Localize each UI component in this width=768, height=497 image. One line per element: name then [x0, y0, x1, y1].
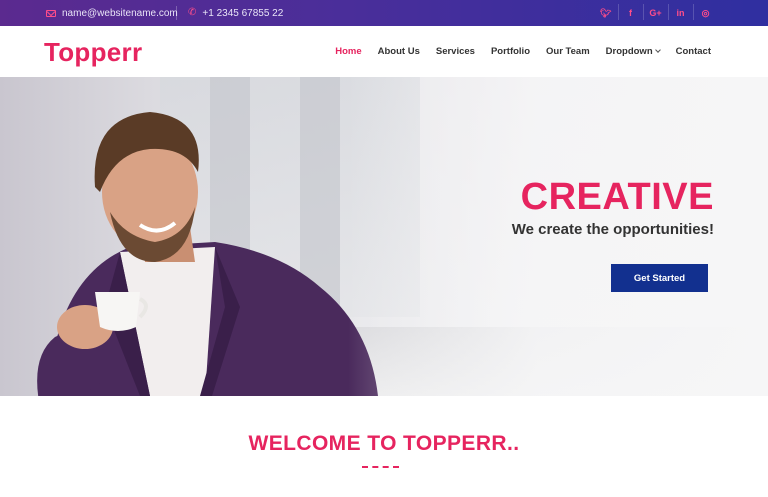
get-started-button[interactable]: Get Started	[611, 264, 708, 292]
envelope-icon	[46, 9, 56, 17]
site-logo[interactable]: Topperr	[44, 37, 142, 68]
nav-dropdown[interactable]: Dropdown	[605, 46, 661, 57]
linkedin-icon[interactable]: in	[668, 4, 693, 20]
nav-portfolio[interactable]: Portfolio	[491, 46, 530, 57]
welcome-heading: WELCOME TO TOPPERR..	[248, 432, 520, 455]
email-text: name@websitename.com	[62, 7, 178, 19]
contact-email[interactable]: name@websitename.com	[46, 0, 178, 26]
nav-dropdown-label: Dropdown	[605, 46, 653, 57]
nav-home[interactable]: Home	[335, 46, 361, 57]
top-contact-bar: name@websitename.com ✆ +1 2345 67855 22 …	[0, 0, 768, 26]
nav-services[interactable]: Services	[436, 46, 475, 57]
phone-icon: ✆	[188, 7, 197, 18]
nav-contact[interactable]: Contact	[676, 46, 711, 57]
facebook-icon[interactable]: f	[618, 4, 643, 20]
hero-title: CREATIVE	[520, 176, 714, 218]
phone-text: +1 2345 67855 22	[202, 7, 284, 19]
contact-phone[interactable]: ✆ +1 2345 67855 22	[188, 0, 283, 26]
heading-divider	[362, 466, 399, 468]
chevron-down-icon	[654, 47, 661, 53]
hero-subtitle: We create the opportunities!	[511, 221, 714, 238]
hero-banner: CREATIVE We create the opportunities! Ge…	[0, 77, 768, 396]
divider	[176, 6, 177, 20]
nav-about-us[interactable]: About Us	[378, 46, 420, 57]
google-plus-icon[interactable]: G+	[643, 4, 668, 20]
instagram-icon[interactable]: ◎	[693, 3, 718, 20]
main-navbar: Topperr Home About Us Services Portfolio…	[0, 26, 768, 77]
main-menu: Home About Us Services Portfolio Our Tea…	[335, 26, 711, 77]
twitter-icon[interactable]: 🐦︎	[593, 8, 618, 19]
nav-our-team[interactable]: Our Team	[546, 46, 590, 57]
social-links: 🐦︎ f G+ in ◎	[593, 0, 718, 26]
